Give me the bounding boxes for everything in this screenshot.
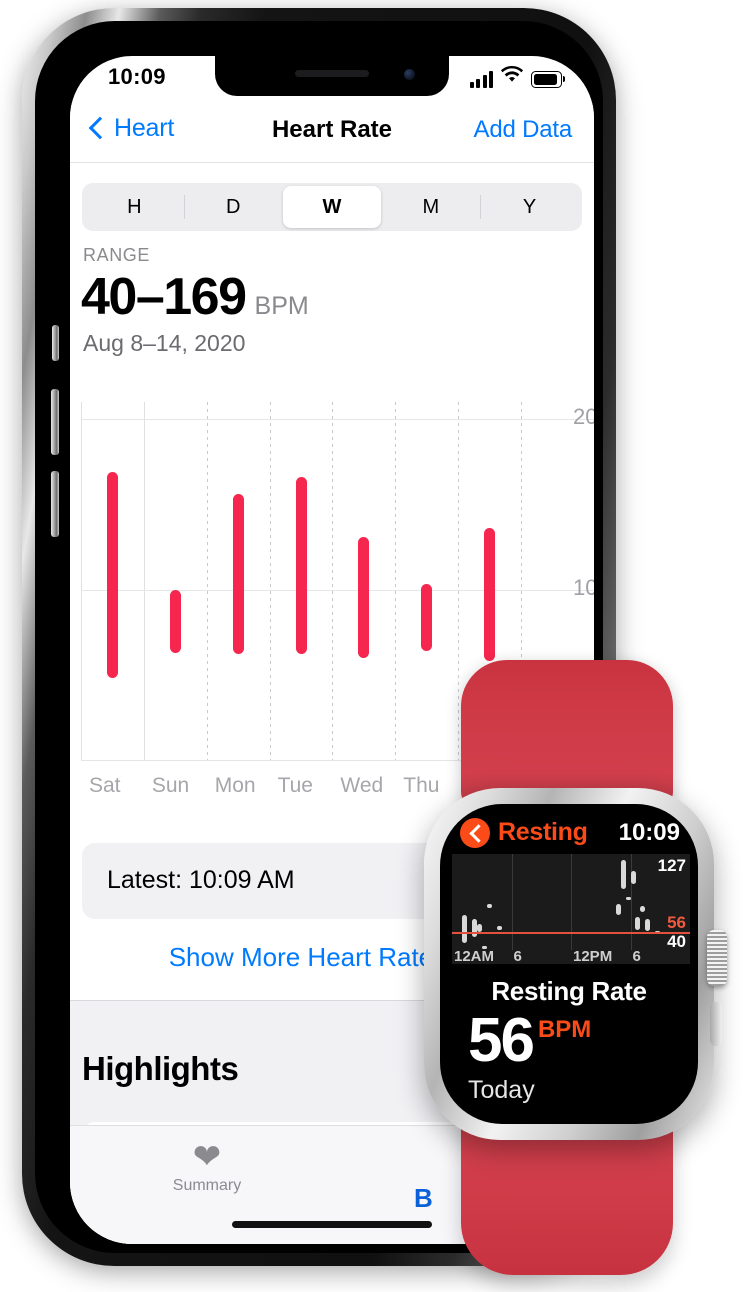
watch-x-tick-label: 6 — [632, 948, 641, 965]
cellular-bars-icon — [469, 71, 493, 88]
watch-y-resting-label: 56 — [667, 913, 686, 933]
status-indicators — [469, 65, 565, 88]
latest-text: Latest: 10:09 AM — [107, 866, 295, 894]
wifi-icon — [501, 65, 523, 88]
digital-crown[interactable] — [707, 930, 727, 986]
chart-x-tick-label: Sat — [89, 774, 121, 797]
chart-bar[interactable] — [421, 584, 433, 651]
watch-resting-chart[interactable]: 127 56 40 12AM 6 12PM 6 — [452, 854, 690, 965]
segment-d[interactable]: D — [183, 186, 283, 228]
watch-chart-point — [486, 903, 492, 909]
watch-case: Resting 10:09 127 56 40 12AM 6 12PM 6 Resting … — [424, 788, 727, 1140]
chart-bar[interactable] — [358, 536, 370, 658]
watch-x-tick-label: 6 — [513, 948, 522, 965]
watch-y-high-label: 127 — [657, 856, 686, 875]
chart-x-tick-label: Mon — [214, 774, 256, 797]
volume-up-button[interactable] — [51, 389, 59, 455]
watch-band-top — [461, 660, 673, 808]
watch-chart-point — [476, 923, 482, 933]
chart-gridline-vertical — [81, 402, 82, 760]
chart-y-tick-label: 200 — [573, 404, 594, 430]
watch-time: 10:09 — [618, 819, 680, 846]
chart-bar[interactable] — [232, 494, 244, 655]
segment-h[interactable]: H — [85, 186, 184, 228]
notch — [215, 56, 449, 96]
battery-icon — [531, 71, 565, 88]
time-range-segmented-control[interactable]: H D W M Y — [82, 183, 582, 231]
watch-resting-line — [452, 932, 690, 935]
silent-switch[interactable] — [52, 325, 59, 361]
chart-bar[interactable] — [484, 528, 496, 662]
range-label: RANGE — [83, 245, 151, 265]
watch-x-tick-label: 12AM — [454, 948, 495, 965]
watch-chart-point — [620, 859, 626, 890]
home-indicator[interactable] — [232, 1221, 432, 1228]
highlights-title: Highlights — [82, 1050, 239, 1087]
segment-y[interactable]: Y — [480, 186, 579, 228]
chart-gridline-vertical — [143, 402, 145, 760]
chart-gridline-vertical — [395, 402, 397, 760]
chart-x-tick-label: Tue — [277, 774, 313, 797]
tab-summary[interactable]: ❤ Summary — [152, 1140, 262, 1195]
range-dates: Aug 8–14, 2020 — [83, 330, 246, 356]
watch-nav-bar: Resting 10:09 — [440, 816, 698, 850]
watch-bpm-unit: BPM — [537, 1016, 592, 1043]
watch-day-label: Today — [468, 1076, 535, 1104]
chart-gridline-vertical — [206, 402, 208, 760]
navigation-bar: Heart Heart Rate Add Data — [70, 102, 594, 163]
segment-m[interactable]: M — [381, 186, 480, 228]
watch-chart-point — [630, 870, 636, 884]
watch-x-tick-label: 12PM — [573, 948, 613, 965]
chart-x-tick-label: Wed — [340, 774, 384, 797]
watch-chart-point — [645, 919, 651, 932]
watch-chart-gridline — [630, 854, 632, 950]
chart-y-tick-label: 100 — [573, 574, 594, 600]
watch-chart-gridline — [511, 854, 513, 950]
chart-bar[interactable] — [106, 471, 118, 679]
watch-chart-point — [635, 916, 641, 931]
tab-summary-label: Summary — [172, 1177, 242, 1194]
front-camera-icon — [404, 69, 415, 80]
range-value-row: 40–169 BPM — [81, 267, 309, 327]
watch-chart-point — [625, 897, 631, 901]
status-time: 10:09 — [108, 64, 166, 89]
heart-icon: ❤ — [192, 1138, 222, 1176]
watch-y-low-label: 40 — [667, 932, 686, 951]
watch-chart-point — [615, 903, 621, 915]
chevron-left-circle-icon[interactable] — [460, 818, 490, 848]
watch-back-label[interactable]: Resting — [498, 818, 588, 847]
chart-x-tick-label: Sun — [151, 774, 190, 797]
watch-chart-point — [496, 925, 502, 931]
watch-resting-rate-label: Resting Rate — [491, 976, 647, 1006]
earpiece-speaker-icon — [295, 70, 369, 77]
watch-chart-point — [640, 905, 646, 913]
chart-gridline-horizontal — [81, 589, 594, 591]
range-unit: BPM — [254, 292, 309, 320]
watch-chart-gridline — [571, 854, 572, 950]
add-data-button[interactable]: Add Data — [474, 116, 573, 144]
watch-side-button[interactable] — [710, 1002, 722, 1046]
chart-bar[interactable] — [295, 477, 307, 655]
chart-gridline-vertical — [332, 402, 334, 760]
chart-gridline-vertical — [269, 402, 271, 760]
segment-w[interactable]: W — [282, 186, 382, 228]
chart-bar[interactable] — [169, 589, 181, 653]
watch-bpm-value: 56 — [468, 1006, 535, 1075]
range-value: 40–169 — [81, 268, 247, 326]
apple-watch-device: Resting 10:09 127 56 40 12AM 6 12PM 6 Resting … — [404, 660, 734, 1275]
volume-down-button[interactable] — [51, 471, 59, 537]
watch-bpm-row: 56 BPM — [468, 1006, 592, 1075]
watch-screen: Resting 10:09 127 56 40 12AM 6 12PM 6 Resting … — [440, 804, 698, 1124]
watch-chart-point — [461, 914, 467, 944]
chart-gridline-horizontal — [81, 419, 594, 421]
